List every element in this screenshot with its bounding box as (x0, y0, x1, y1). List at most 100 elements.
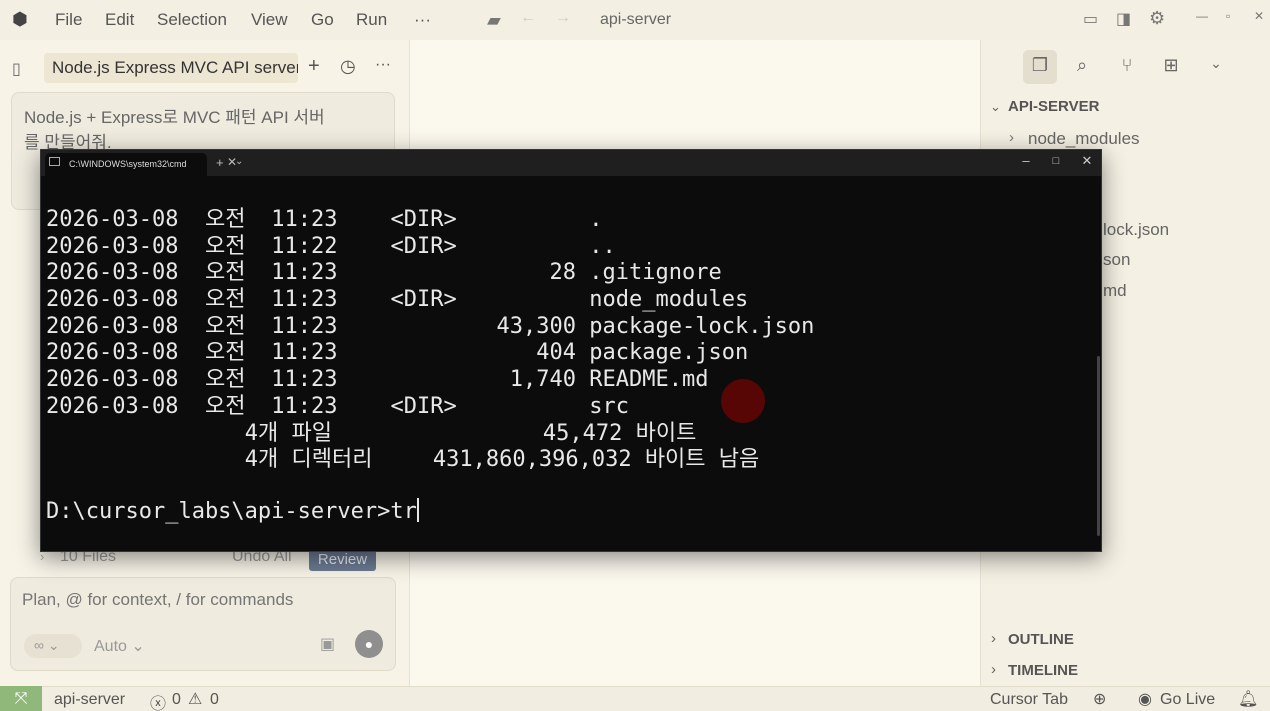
tree-item-package-json[interactable]: son (1103, 250, 1130, 270)
close-icon[interactable]: ✕ (1077, 153, 1097, 169)
chat-icon[interactable]: ▰ (487, 10, 501, 31)
cursor-logo-icon: ⬢ (12, 9, 28, 29)
terminal-dir: <DIR> (390, 207, 457, 232)
terminal-size: 1,740 (509, 367, 576, 393)
tree-item-package-lock[interactable]: lock.json (1103, 220, 1169, 240)
forward-arrow-icon[interactable]: → (555, 9, 571, 27)
composer-input[interactable] (22, 590, 372, 610)
zoom-icon[interactable]: ⊕ (1093, 689, 1106, 709)
terminal-row: 2026-03-08 오전 11:23 <DIR> src (46, 394, 1096, 421)
terminal-name: src (589, 393, 629, 419)
terminal-size: 43,300 (496, 313, 576, 339)
minimize-icon[interactable]: — (1196, 9, 1208, 23)
terminal-date: 2026-03-08 (46, 393, 179, 419)
chevron-right-icon[interactable]: › (991, 661, 996, 678)
toggle-chat-sidebar-icon[interactable]: ▯ (12, 59, 21, 79)
terminal-titlebar: C:\WINDOWS\system32\cmd ✕ + ⌄ – □ ✕ (41, 150, 1101, 176)
settings-gear-icon[interactable]: ⚙ (1149, 8, 1165, 29)
terminal-ampm: 오전 (205, 233, 246, 259)
history-icon[interactable]: ◷ (340, 56, 356, 77)
go-live-button[interactable]: Go Live (1160, 691, 1215, 709)
terminal-date: 2026-03-08 (46, 367, 179, 393)
terminal-time: 11:23 (271, 340, 338, 366)
terminal-summary-label: 4개 파일 (244, 420, 332, 446)
terminal-dir: <DIR> (390, 393, 457, 419)
terminal-scrollbar[interactable] (1097, 356, 1100, 536)
terminal-tab[interactable]: C:\WINDOWS\system32\cmd (45, 153, 207, 176)
terminal-size: 404 (536, 340, 576, 366)
close-icon[interactable]: ✕ (1254, 9, 1264, 23)
tree-item-readme[interactable]: md (1103, 281, 1127, 301)
warning-icon[interactable]: ⚠ (188, 689, 202, 709)
more-icon[interactable]: ··· (375, 56, 391, 74)
terminal-summary-value: 431,860,396,032 바이트 남음 (432, 447, 760, 473)
image-attach-icon[interactable]: ▣ (320, 634, 335, 654)
cursor-tab-status[interactable]: Cursor Tab (990, 691, 1068, 709)
terminal-row: 2026-03-08 오전 11:23 28 .gitignore (46, 260, 1096, 287)
terminal-date: 2026-03-08 (46, 340, 179, 366)
terminal-prompt[interactable]: D:\cursor_labs\api-server>tr (46, 498, 419, 524)
terminal-row: 2026-03-08 오전 11:23 404 package.json (46, 340, 1096, 367)
terminal-ampm: 오전 (205, 393, 246, 419)
terminal-time: 11:23 (271, 313, 338, 339)
chat-tab[interactable]: Node.js Express MVC API server s (44, 53, 298, 83)
chevron-down-icon[interactable]: ⌄ (1200, 55, 1232, 81)
toggle-sidebar-icon[interactable]: ◨ (1116, 9, 1131, 29)
maximize-icon[interactable]: □ (1046, 155, 1066, 167)
terminal-date: 2026-03-08 (46, 260, 179, 286)
menu-run[interactable]: Run (356, 10, 387, 30)
new-chat-icon[interactable]: + (308, 55, 320, 78)
menu-view[interactable]: View (251, 10, 288, 30)
text-cursor (416, 498, 419, 522)
terminal-time: 11:23 (271, 287, 338, 313)
notifications-bell-icon[interactable]: 🔔︎ (1238, 689, 1258, 709)
tab-dropdown-icon[interactable]: ⌄ (235, 156, 243, 167)
menu-go[interactable]: Go (311, 10, 334, 30)
new-tab-icon[interactable]: + (216, 155, 224, 170)
menu-selection[interactable]: Selection (157, 10, 227, 30)
minimize-icon[interactable]: – (1016, 153, 1036, 168)
terminal-ampm: 오전 (205, 313, 246, 339)
error-count[interactable]: 0 (172, 691, 181, 709)
terminal-name: node_modules (589, 287, 749, 313)
terminal-name: README.md (589, 367, 709, 393)
terminal-name: .gitignore (589, 260, 722, 286)
terminal-dir: <DIR> (390, 233, 457, 259)
status-folder[interactable]: api-server (54, 691, 125, 709)
review-button[interactable]: Review (309, 549, 376, 571)
toggle-panel-icon[interactable]: ▭ (1083, 9, 1098, 29)
warning-count[interactable]: 0 (210, 691, 219, 709)
restore-icon[interactable]: ▫ (1226, 9, 1230, 23)
broadcast-icon[interactable]: ◉ (1138, 689, 1152, 709)
remote-connection-icon[interactable]: ⤧ (0, 686, 42, 711)
outline-section[interactable]: OUTLINE (1008, 631, 1074, 648)
menu-edit[interactable]: Edit (105, 10, 134, 30)
menu-more[interactable]: ··· (414, 10, 431, 30)
chevron-right-icon[interactable]: › (1009, 129, 1014, 146)
cmd-icon (49, 157, 60, 166)
microphone-icon[interactable]: ● (355, 630, 383, 658)
terminal-size: 28 (549, 260, 577, 286)
terminal-row: 2026-03-08 오전 11:23 <DIR> node_modules (46, 287, 1096, 314)
timeline-section[interactable]: TIMELINE (1008, 662, 1078, 679)
model-dropdown[interactable]: Auto ⌄ (94, 636, 145, 656)
chevron-down-icon[interactable]: ⌄ (990, 99, 1001, 115)
tree-item-node-modules[interactable]: node_modules (1028, 129, 1140, 149)
extensions-icon[interactable]: ⊞ (1155, 55, 1187, 81)
chevron-right-icon[interactable]: › (991, 630, 996, 647)
back-arrow-icon[interactable]: ← (520, 9, 536, 27)
terminal-date: 2026-03-08 (46, 207, 179, 232)
menu-file[interactable]: File (55, 10, 82, 30)
error-icon[interactable]: ⓧ (150, 690, 166, 711)
terminal-name: package-lock.json (589, 313, 815, 339)
explorer-root-folder[interactable]: API-SERVER (1008, 98, 1099, 115)
source-control-icon[interactable]: ⑂ (1111, 55, 1143, 81)
explorer-files-icon[interactable]: ❐ (1023, 50, 1057, 84)
terminal-date: 2026-03-08 (46, 233, 179, 259)
terminal-time: 11:23 (271, 393, 338, 419)
terminal-row: 2026-03-08 오전 11:23 <DIR>. (46, 207, 1096, 234)
terminal-window[interactable]: C:\WINDOWS\system32\cmd ✕ + ⌄ – □ ✕ 2026… (40, 149, 1102, 552)
search-icon[interactable]: ⌕ (1066, 55, 1098, 81)
terminal-ampm: 오전 (205, 340, 246, 366)
agent-mode-dropdown[interactable]: ∞ ⌄ (24, 634, 82, 658)
